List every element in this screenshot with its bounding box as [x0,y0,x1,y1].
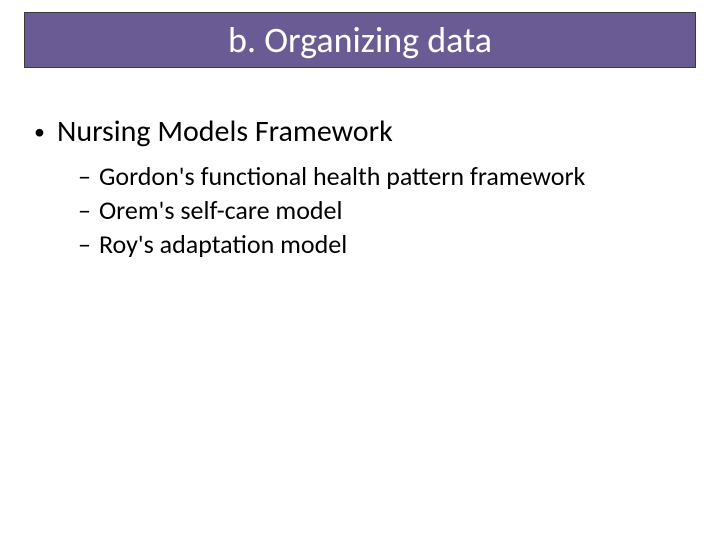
dash-marker: – [78,194,91,226]
bullet-text: Nursing Models Framework [57,114,393,150]
bullet-level-2: – Gordon's functional health pattern fra… [78,160,696,192]
bullet-marker: • [34,114,45,150]
dash-marker: – [78,228,91,260]
bullet-text: Gordon's functional health pattern frame… [99,160,585,192]
bullet-text: Orem's self-care model [99,194,343,226]
slide-title-bar: b. Organizing data [24,12,696,68]
bullet-level-1: • Nursing Models Framework [26,114,696,150]
bullet-level-2: – Orem's self-care model [78,194,696,226]
slide-title: b. Organizing data [228,18,492,62]
bullet-text: Roy's adaptation model [99,228,347,260]
slide-body: • Nursing Models Framework – Gordon's fu… [26,100,696,262]
bullet-level-2: – Roy's adaptation model [78,228,696,260]
dash-marker: – [78,160,91,192]
